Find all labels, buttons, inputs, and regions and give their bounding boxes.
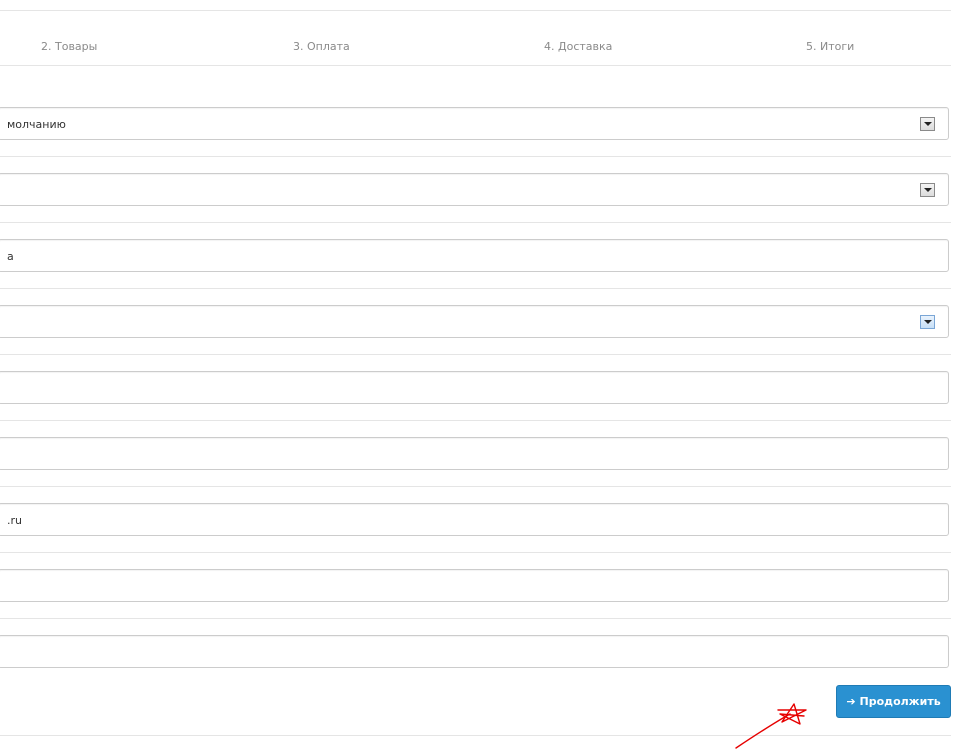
arrow-right-icon: ➔ (846, 695, 856, 708)
select-field-2[interactable] (0, 173, 949, 206)
step-goods[interactable]: 2. Товары (41, 40, 97, 53)
row-divider (0, 486, 951, 487)
dropdown-arrow-icon[interactable] (920, 117, 935, 131)
continue-button[interactable]: ➔ Продолжить (836, 685, 951, 718)
text-field-5[interactable] (0, 371, 949, 404)
steps-divider (0, 65, 951, 66)
row-divider (0, 552, 951, 553)
row-divider (0, 420, 951, 421)
text-field-3-value: а (7, 250, 14, 263)
row-divider (0, 222, 951, 223)
text-field-3[interactable]: а (0, 239, 949, 272)
step-payment[interactable]: 3. Оплата (293, 40, 350, 53)
text-field-6[interactable] (0, 437, 949, 470)
annotation-arrow-icon (735, 703, 807, 749)
continue-button-label: Продолжить (859, 695, 941, 708)
email-field-value: .ru (7, 514, 22, 527)
step-delivery[interactable]: 4. Доставка (544, 40, 612, 53)
row-divider (0, 618, 951, 619)
select-field-1[interactable]: молчанию (0, 107, 949, 140)
text-field-9[interactable] (0, 635, 949, 668)
row-divider (0, 288, 951, 289)
checkout-page: 2. Товары 3. Оплата 4. Доставка 5. Итоги… (0, 0, 967, 754)
select-field-1-value: молчанию (7, 118, 66, 131)
dropdown-arrow-icon[interactable] (920, 183, 935, 197)
row-divider (0, 156, 951, 157)
text-field-8[interactable] (0, 569, 949, 602)
top-divider (0, 10, 951, 11)
step-summary[interactable]: 5. Итоги (806, 40, 854, 53)
select-field-4[interactable] (0, 305, 949, 338)
email-field[interactable]: .ru (0, 503, 949, 536)
dropdown-arrow-icon[interactable] (920, 315, 935, 329)
row-divider (0, 354, 951, 355)
